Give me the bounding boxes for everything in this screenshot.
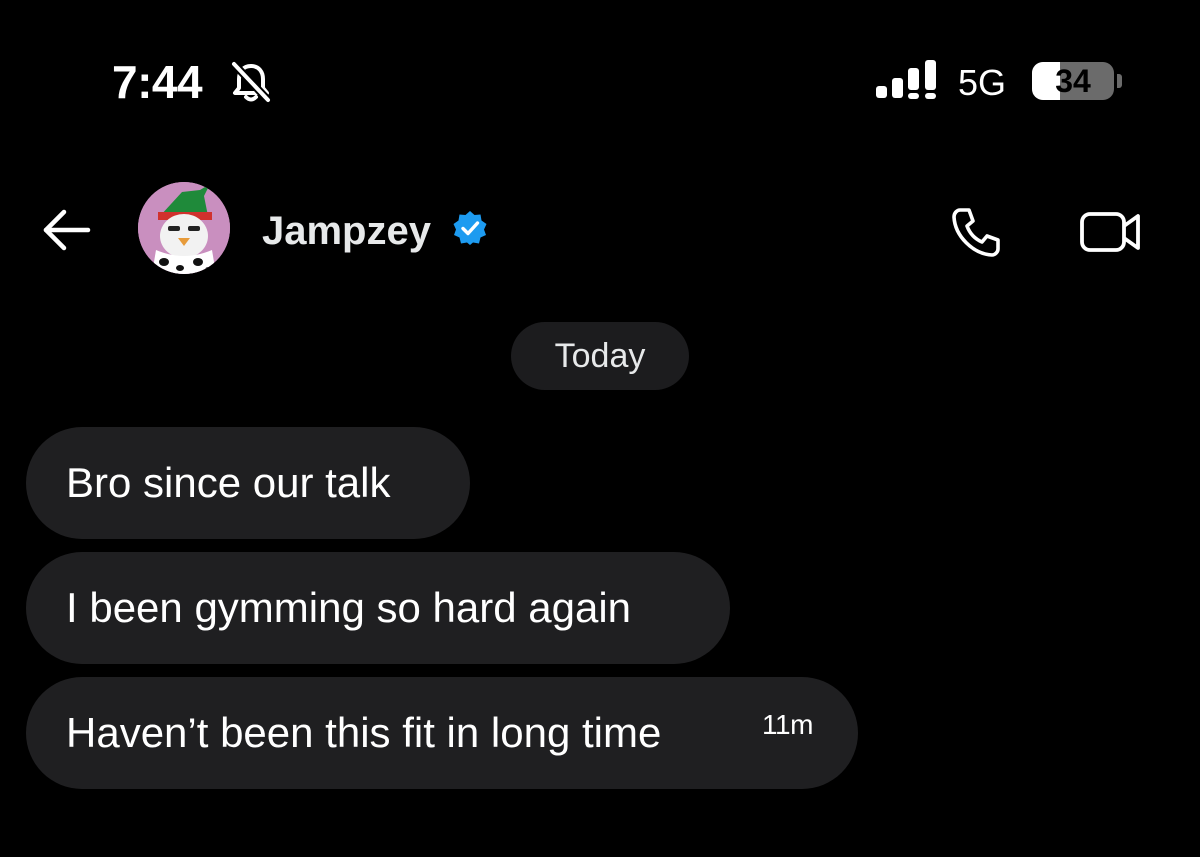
- message-bubble[interactable]: Bro since our talk: [26, 427, 470, 539]
- message-text: Bro since our talk: [66, 459, 391, 506]
- message-bubble[interactable]: I been gymming so hard again: [26, 552, 730, 664]
- contact-name[interactable]: Jampzey: [262, 208, 431, 254]
- bell-slash-icon: [230, 60, 272, 104]
- phone-icon[interactable]: [948, 204, 1004, 260]
- status-bar: 7:44 5G 34: [0, 0, 1200, 130]
- date-separator: Today: [511, 322, 689, 390]
- back-arrow-icon[interactable]: [38, 206, 94, 254]
- message-text: Haven’t been this fit in long time: [66, 709, 662, 756]
- dm-screen: 7:44 5G 34 Jampzey Today Bro since our t…: [0, 0, 1200, 857]
- network-type: 5G: [958, 62, 1007, 103]
- battery-percent: 34: [1055, 63, 1091, 99]
- conversation-header: Jampzey: [0, 170, 1200, 290]
- avatar[interactable]: [138, 182, 230, 274]
- verified-badge-icon: [453, 211, 487, 245]
- video-camera-icon[interactable]: [1078, 206, 1144, 258]
- battery-icon: 34: [1032, 62, 1114, 100]
- status-time: 7:44: [112, 56, 203, 108]
- message-bubble[interactable]: Haven’t been this fit in long time 11m: [26, 677, 858, 789]
- message-text: I been gymming so hard again: [66, 584, 632, 631]
- message-timestamp: 11m: [762, 709, 813, 740]
- avatar-image: [138, 182, 230, 274]
- battery-tip: [1117, 74, 1122, 88]
- signal-icon: [876, 60, 936, 99]
